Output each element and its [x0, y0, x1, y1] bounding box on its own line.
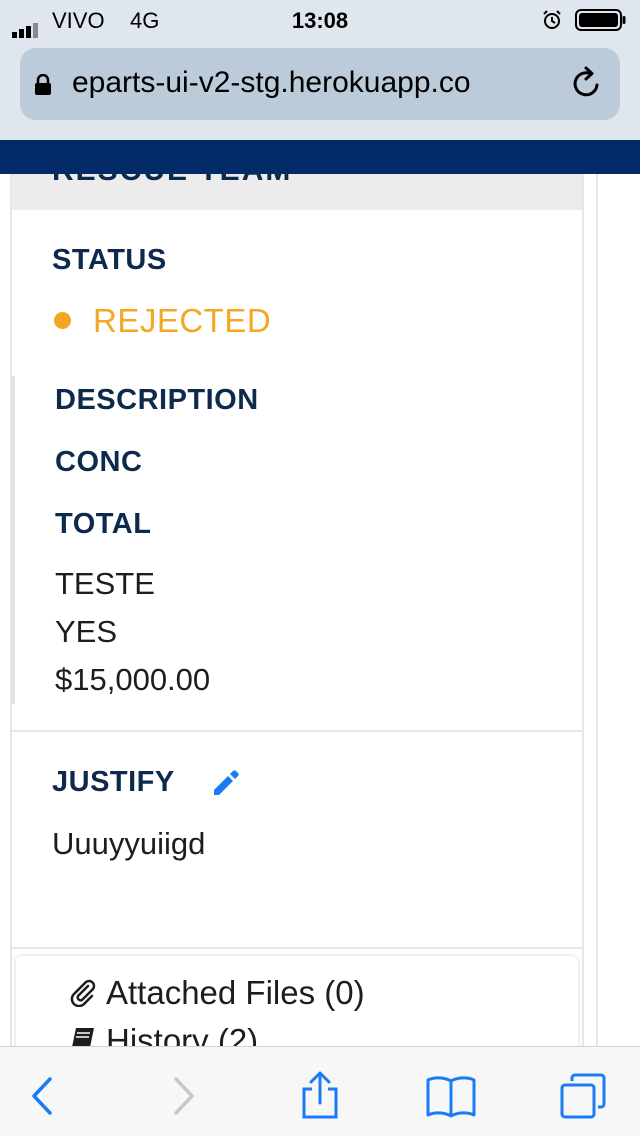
status-bar: VIVO 4G 13:08: [0, 0, 640, 40]
tabs-icon[interactable]: [558, 1071, 608, 1121]
divider: [12, 947, 582, 949]
attached-files-label: Attached Files (0): [106, 974, 365, 1011]
card-header-title: RESCUE TEAM: [52, 174, 292, 188]
conc-label: CONC: [55, 446, 143, 478]
status-value: REJECTED: [93, 302, 272, 339]
justify-label: JUSTIFY: [52, 766, 175, 798]
alarm-icon: [543, 10, 561, 29]
attached-files-link[interactable]: Attached Files (0): [68, 974, 365, 1012]
browser-toolbar: [0, 1046, 640, 1136]
page-content: RESCUE TEAM STATUS REJECTED DESCRIPTION …: [0, 174, 640, 1046]
description-label: DESCRIPTION: [55, 384, 259, 416]
share-icon[interactable]: [295, 1071, 345, 1121]
lock-icon: [35, 74, 51, 95]
reload-icon[interactable]: [570, 66, 604, 100]
details-block: DESCRIPTION CONC TOTAL TESTE YES $15,000…: [12, 376, 585, 704]
back-chevron-icon[interactable]: [20, 1071, 70, 1121]
battery-icon: [575, 9, 626, 31]
divider: [12, 730, 582, 732]
description-value: TESTE: [55, 566, 155, 601]
detail-card: RESCUE TEAM STATUS REJECTED DESCRIPTION …: [10, 174, 584, 1046]
status-dot-icon: [54, 312, 71, 329]
justify-value: Uuuyyuiigd: [52, 826, 206, 861]
files-panel: Attached Files (0) History (2): [16, 956, 578, 1046]
history-link[interactable]: History (2): [68, 1022, 258, 1046]
bookmarks-icon[interactable]: [426, 1071, 476, 1121]
conc-value: YES: [55, 614, 118, 649]
url-text[interactable]: eparts-ui-v2-stg.herokuapp.co: [72, 66, 562, 100]
pencil-icon[interactable]: [210, 768, 240, 798]
total-label: TOTAL: [55, 508, 152, 540]
total-value: $15,000.00: [55, 662, 211, 697]
status-label: STATUS: [52, 244, 167, 276]
screen: VIVO 4G 13:08 eparts-ui-v2-stg.herokuapp…: [0, 0, 640, 1136]
app-header: [0, 140, 640, 174]
book-icon: [72, 1028, 94, 1046]
browser-chrome: eparts-ui-v2-stg.herokuapp.co: [0, 40, 640, 140]
history-label: History (2): [106, 1022, 259, 1046]
card-header: RESCUE TEAM: [12, 174, 582, 210]
paperclip-icon: [70, 979, 96, 1007]
side-panel: [596, 174, 640, 1046]
forward-chevron-icon[interactable]: [156, 1071, 206, 1121]
address-bar[interactable]: eparts-ui-v2-stg.herokuapp.co: [20, 48, 620, 120]
